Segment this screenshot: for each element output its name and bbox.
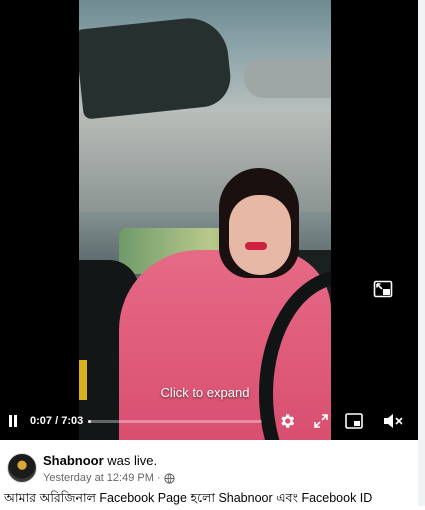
progress-bar[interactable]: [88, 420, 262, 423]
exit-pip-button[interactable]: [366, 273, 400, 305]
click-to-expand-label[interactable]: Click to expand: [79, 385, 331, 400]
globe-icon: [163, 472, 175, 484]
mute-button[interactable]: [381, 411, 405, 431]
video-time: 0:07 / 7:03: [30, 415, 83, 427]
progress-fill: [88, 420, 91, 423]
scrollbar[interactable]: [418, 0, 425, 506]
video-player[interactable]: Click to expand 0:07 / 7:03: [0, 0, 418, 440]
expand-arrows-icon: [314, 414, 328, 428]
sun-visor: [79, 14, 234, 120]
current-time: 0:07: [30, 415, 53, 427]
person-lips: [245, 242, 267, 250]
post-meta: Yesterday at 12:49 PM ·: [43, 472, 175, 484]
pip-button[interactable]: [344, 411, 364, 431]
duration: 7:03: [61, 415, 84, 427]
pause-icon: [9, 415, 17, 427]
fullscreen-button[interactable]: [312, 412, 330, 430]
speaker-muted-icon: [384, 414, 403, 428]
author-action: was live.: [107, 453, 158, 468]
post-timestamp[interactable]: Yesterday at 12:49 PM: [43, 472, 154, 484]
meta-dot: ·: [156, 472, 161, 484]
settings-button[interactable]: [277, 411, 297, 431]
pause-button[interactable]: [6, 413, 20, 429]
gear-icon: [281, 414, 295, 428]
avatar[interactable]: [7, 453, 37, 483]
person-face: [229, 195, 291, 275]
author-name[interactable]: Shabnoor: [43, 453, 104, 468]
exit-pip-icon: [373, 280, 393, 298]
author-line: Shabnoor was live.: [43, 453, 157, 468]
picture-in-picture-icon: [345, 413, 363, 429]
post-header: Shabnoor was live. Yesterday at 12:49 PM…: [0, 440, 418, 506]
time-separator: /: [52, 415, 62, 427]
rearview-mirror: [244, 58, 331, 98]
video-frame[interactable]: [79, 0, 331, 440]
post-caption: আমার অরিজিনাল Facebook Page হলো Shabnoor…: [4, 491, 373, 505]
